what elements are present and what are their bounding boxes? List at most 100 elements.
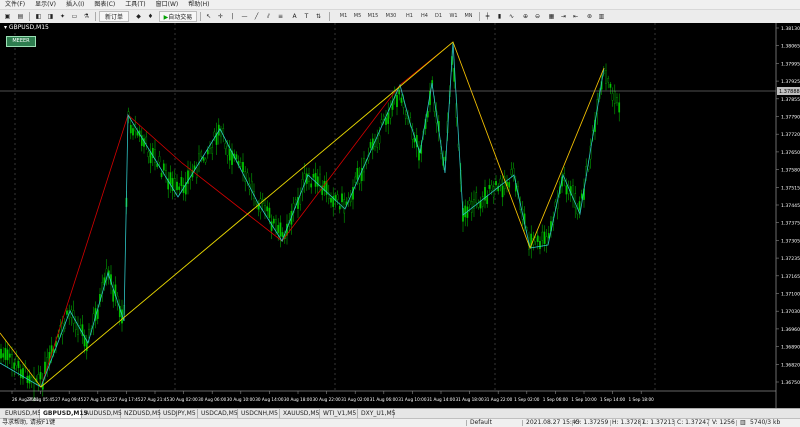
horizontal-line-icon[interactable]: — <box>239 11 250 22</box>
candle-body <box>605 70 607 84</box>
time-label: 30 Aug 18:00 <box>284 397 313 402</box>
candle-body <box>270 221 273 231</box>
tab-audusd-m5[interactable]: AUDUSD,M5 <box>82 409 122 418</box>
time-label: 30 Aug 14:00 <box>255 397 284 402</box>
bar-chart-icon[interactable]: ┿ <box>482 11 493 22</box>
fibonacci-icon[interactable]: ≡ <box>275 11 286 22</box>
candle-body <box>39 372 42 380</box>
candle-body <box>501 185 504 198</box>
candle-body <box>211 147 214 154</box>
candle-body <box>382 115 385 120</box>
candle-body <box>607 78 610 83</box>
indicators-icon[interactable]: ⊛ <box>584 11 595 22</box>
chart-shift-icon[interactable]: ⇤ <box>570 11 581 22</box>
terminal-icon[interactable]: ▭ <box>69 11 80 22</box>
templates-icon[interactable]: ▥ <box>596 11 607 22</box>
vertical-line-icon[interactable]: | <box>227 11 238 22</box>
label-tool-icon[interactable]: T <box>301 11 312 22</box>
price-label: 1.36960 <box>781 327 800 333</box>
timeframe-d1[interactable]: D1 <box>432 12 445 21</box>
price-label: 1.37445 <box>781 203 800 209</box>
arrows-tool-icon[interactable]: ⇅ <box>313 11 324 22</box>
candlestick-icon[interactable]: ▮ <box>494 11 505 22</box>
candle-body <box>488 185 491 189</box>
timeframe-w1[interactable]: W1 <box>447 12 460 21</box>
signals-icon[interactable]: ♦ <box>145 11 156 22</box>
zoom-in-icon[interactable]: ⊕ <box>520 11 531 22</box>
menu-window[interactable]: 窗口(W) <box>151 0 184 9</box>
price-label: 1.37995 <box>781 61 800 67</box>
menu-tools[interactable]: 工具(T) <box>120 0 150 9</box>
price-label: 1.36750 <box>781 380 800 386</box>
timeframe-m1[interactable]: M1 <box>337 12 350 21</box>
time-label: 27 Aug 17:45 <box>112 397 141 402</box>
market-watch-icon[interactable]: ◧ <box>33 11 44 22</box>
candle-body <box>609 83 612 88</box>
line-chart-icon[interactable]: ∿ <box>506 11 517 22</box>
candle-body <box>404 114 407 119</box>
candle-body <box>195 167 198 178</box>
time-label: 1 Sep 14:00 <box>600 397 626 402</box>
autoscroll-icon[interactable]: ⇥ <box>558 11 569 22</box>
tab-usdcad-m5[interactable]: USDCAD,M5 <box>198 409 238 418</box>
tester-icon[interactable]: ⚗ <box>81 11 92 22</box>
candle-body <box>275 219 277 230</box>
profiles-icon[interactable]: ▤ <box>15 11 26 22</box>
price-chart[interactable]: 1.38130 1.38065 1.37995 1.37925 1.37855 1.377… <box>0 23 800 408</box>
candle-body <box>255 200 258 205</box>
timeframe-m30[interactable]: M30 <box>383 12 399 21</box>
tab-usdjpy-m5[interactable]: USDJPY,M5 <box>160 409 198 418</box>
tab-usdcnh-m5[interactable]: USDCNH,M5 <box>238 409 280 418</box>
current-price-label: 1.37888 <box>779 89 800 95</box>
candle-body <box>336 194 339 201</box>
menu-charts[interactable]: 图表(C) <box>89 0 120 9</box>
candle-body <box>239 162 242 167</box>
toolbar-separator <box>329 12 330 21</box>
expert-advisor-badge[interactable]: MEEER <box>6 36 36 47</box>
tile-windows-icon[interactable]: ▦ <box>546 11 557 22</box>
tab-dxy-u1-m5[interactable]: DXY_U1,M5 <box>358 409 396 418</box>
autotrading-button[interactable]: ▶自动交易 <box>159 11 197 22</box>
new-order-button[interactable]: 新订单 <box>99 11 129 22</box>
candle-body <box>470 201 473 213</box>
data-window-icon[interactable]: ◨ <box>45 11 56 22</box>
timeframe-mn[interactable]: MN <box>462 12 475 21</box>
crosshair-icon[interactable]: ✛ <box>215 11 226 22</box>
channel-icon[interactable]: ⫽ <box>263 11 274 22</box>
candle-body <box>145 136 148 144</box>
tab-gbpusd-m15[interactable]: GBPUSD,M15 <box>40 409 88 418</box>
timeframe-m5[interactable]: M5 <box>351 12 364 21</box>
tab-wti-v1-m5[interactable]: WTI_V1,M5 <box>320 409 358 418</box>
timeframe-m15[interactable]: M15 <box>365 12 381 21</box>
text-tool-icon[interactable]: A <box>289 11 300 22</box>
navigator-icon[interactable]: ✦ <box>57 11 68 22</box>
menu-insert[interactable]: 插入(I) <box>61 0 89 9</box>
candle-body <box>277 225 280 233</box>
candle-body <box>508 182 511 188</box>
candle-body <box>15 356 18 366</box>
menu-file[interactable]: 文件(F) <box>0 0 30 9</box>
tab-xauusd-m5[interactable]: XAUUSD,M5 <box>280 409 320 418</box>
candle-body <box>11 354 13 368</box>
candle-body <box>385 117 387 125</box>
zoom-out-icon[interactable]: ⊖ <box>532 11 543 22</box>
tab-nzdusd-m5[interactable]: NZDUSD,M5 <box>121 409 161 418</box>
tab-eurusd-m5[interactable]: EURUSD,M5 <box>2 409 41 418</box>
candle-body <box>312 174 315 178</box>
candle-body <box>314 172 317 187</box>
timeframe-h4[interactable]: H4 <box>418 12 431 21</box>
trendline-icon[interactable]: ╱ <box>251 11 262 22</box>
chart-window[interactable]: 1.38130 1.38065 1.37995 1.37925 1.37855 1.377… <box>0 23 800 408</box>
cursor-icon[interactable]: ↖ <box>203 11 214 22</box>
candle-body <box>6 349 9 361</box>
candle-body <box>338 205 341 210</box>
menu-help[interactable]: 帮助(H) <box>183 0 214 9</box>
candle-body <box>387 112 390 124</box>
metaeditor-icon[interactable]: ◆ <box>133 11 144 22</box>
time-label: 27 Aug 21:45 <box>141 397 170 402</box>
timeframe-h1[interactable]: H1 <box>403 12 416 21</box>
candle-body <box>613 91 616 104</box>
candle-body <box>13 362 16 369</box>
new-chart-icon[interactable]: ▣ <box>2 11 13 22</box>
menu-view[interactable]: 显示(V) <box>30 0 61 9</box>
